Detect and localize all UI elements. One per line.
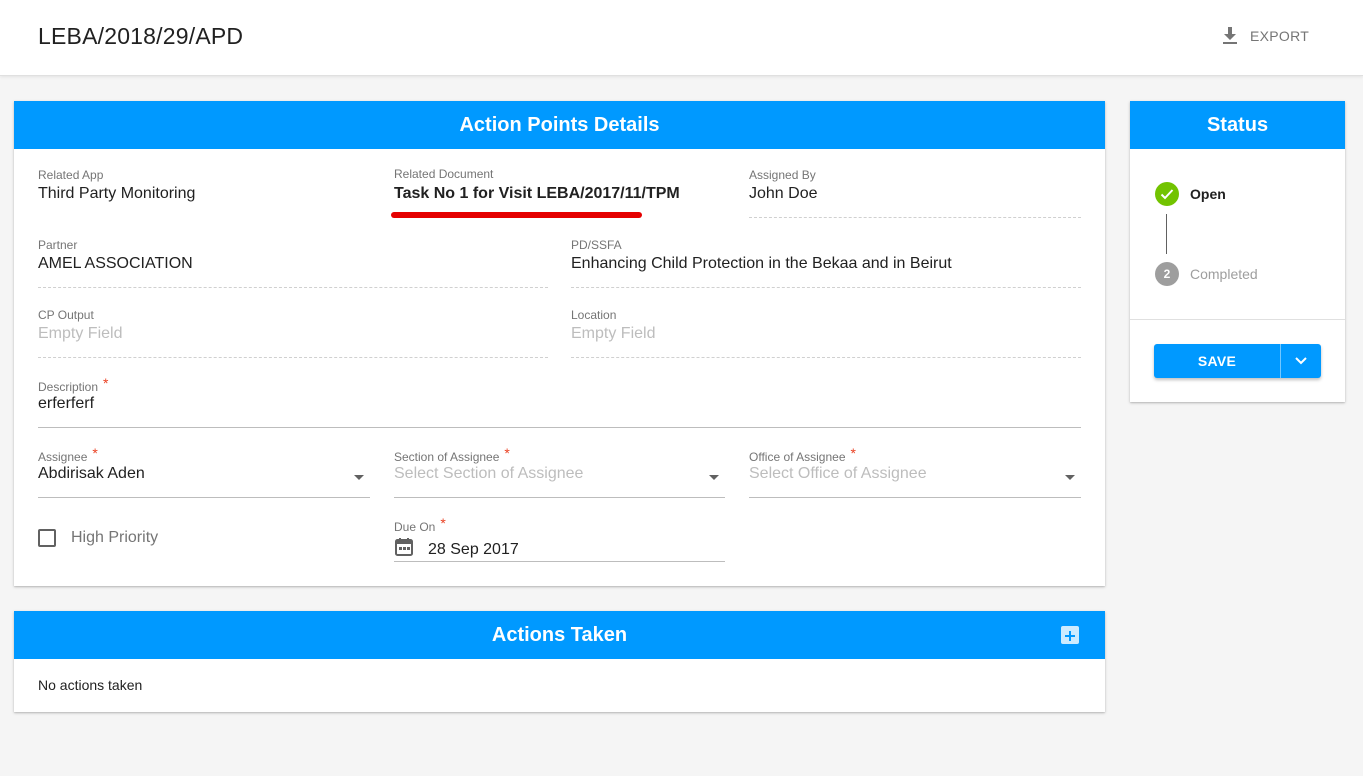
due-on-label: Due On <box>394 520 436 534</box>
due-on-field[interactable]: Due On * 28 Sep 2017 <box>394 515 725 562</box>
status-card: Status Open 2 Completed SAVE <box>1130 101 1345 402</box>
location-value: Empty Field <box>571 325 656 342</box>
section-of-assignee-label: Section of Assignee <box>394 450 500 464</box>
step-connector <box>1166 214 1167 254</box>
required-mark: * <box>92 445 98 461</box>
partner-label: Partner <box>38 238 78 252</box>
office-of-assignee-underline <box>749 497 1081 498</box>
page-title: LEBA/2018/29/APD <box>38 23 244 49</box>
description-field[interactable]: Description * erferferf <box>38 375 1081 428</box>
high-priority-checkbox-row[interactable]: High Priority <box>38 529 158 547</box>
action-points-details-card: Action Points Details Related App Third … <box>14 101 1105 586</box>
partner-underline <box>38 287 548 288</box>
office-of-assignee-dropdown[interactable]: Office of Assignee * Select Office of Ass… <box>749 445 1081 498</box>
office-of-assignee-label: Office of Assignee <box>749 450 846 464</box>
office-of-assignee-placeholder: Select Office of Assignee <box>749 465 927 482</box>
related-app-value: Third Party Monitoring <box>38 185 196 202</box>
chevron-down-icon <box>1295 352 1307 370</box>
due-on-underline <box>394 561 725 562</box>
pd-ssfa-underline <box>571 287 1081 288</box>
status-step-label: Open <box>1190 186 1226 202</box>
assignee-dropdown[interactable]: Assignee * Abdirisak Aden <box>38 445 370 498</box>
pd-ssfa-field: PD/SSFA Enhancing Child Protection in th… <box>571 238 1081 288</box>
status-divider <box>1130 319 1345 320</box>
actions-taken-card: Actions Taken No actions taken <box>14 611 1105 712</box>
save-options-button[interactable] <box>1281 344 1321 378</box>
location-label: Location <box>571 308 617 322</box>
pd-ssfa-value: Enhancing Child Protection in the Bekaa … <box>571 255 952 272</box>
status-header: Status <box>1130 101 1345 149</box>
save-button-group: SAVE <box>1154 344 1321 378</box>
high-priority-checkbox[interactable] <box>38 529 56 547</box>
download-icon <box>1222 27 1238 45</box>
section-of-assignee-underline <box>394 497 725 498</box>
calendar-icon[interactable] <box>394 537 414 562</box>
details-title: Action Points Details <box>459 113 660 136</box>
actions-taken-header: Actions Taken <box>14 611 1105 659</box>
required-mark: * <box>850 445 856 461</box>
dropdown-arrow-icon[interactable] <box>354 475 364 480</box>
export-label: EXPORT <box>1250 28 1310 44</box>
due-on-value: 28 Sep 2017 <box>428 540 519 558</box>
partner-value: AMEL ASSOCIATION <box>38 255 193 272</box>
required-mark: * <box>504 445 510 461</box>
assigned-by-value: John Doe <box>749 185 818 202</box>
top-bar: LEBA/2018/29/APD EXPORT <box>0 0 1363 76</box>
description-underline <box>38 427 1081 428</box>
cp-output-label: CP Output <box>38 308 94 322</box>
assignee-value: Abdirisak Aden <box>38 465 145 482</box>
section-of-assignee-placeholder: Select Section of Assignee <box>394 465 584 482</box>
description-label: Description <box>38 380 99 394</box>
assigned-by-field: Assigned By John Doe <box>749 168 1081 218</box>
required-mark: * <box>103 375 109 391</box>
assigned-by-label: Assigned By <box>749 168 816 182</box>
dropdown-arrow-icon[interactable] <box>709 475 719 480</box>
related-document-label: Related Document <box>394 167 494 181</box>
dropdown-arrow-icon[interactable] <box>1065 475 1075 480</box>
pd-ssfa-label: PD/SSFA <box>571 238 622 252</box>
actions-taken-title: Actions Taken <box>491 623 628 646</box>
related-document-link[interactable]: Task No 1 for Visit LEBA/2017/11/TPM <box>394 185 680 203</box>
assignee-underline <box>38 497 370 498</box>
partner-field: Partner AMEL ASSOCIATION <box>38 238 548 288</box>
status-title: Status <box>1206 113 1269 136</box>
high-priority-label: High Priority <box>71 529 159 546</box>
save-button[interactable]: SAVE <box>1154 344 1280 378</box>
details-header: Action Points Details <box>14 101 1105 149</box>
cp-output-field: CP Output Empty Field <box>38 308 548 358</box>
related-document-field: Related Document Task No 1 for Visit LEB… <box>394 167 714 217</box>
related-app-field: Related App Third Party Monitoring <box>38 168 358 218</box>
plus-box-icon <box>1065 624 1075 647</box>
description-input[interactable]: erferferf <box>38 395 94 413</box>
location-underline <box>571 357 1081 358</box>
assignee-label: Assignee <box>38 450 88 464</box>
no-actions-text: No actions taken <box>38 677 143 693</box>
add-action-button[interactable] <box>1061 626 1079 644</box>
required-mark: * <box>440 515 446 531</box>
export-button[interactable]: EXPORT <box>1222 22 1309 50</box>
step-number: 2 <box>1155 262 1179 286</box>
status-step-open: Open <box>1155 182 1226 206</box>
status-step-label: Completed <box>1190 266 1258 282</box>
cp-output-value: Empty Field <box>38 325 123 342</box>
assigned-by-underline <box>749 217 1081 218</box>
section-of-assignee-dropdown[interactable]: Section of Assignee * Select Section of A… <box>394 445 725 498</box>
cp-output-underline <box>38 357 548 358</box>
check-icon <box>1155 182 1179 206</box>
location-field: Location Empty Field <box>571 308 1081 358</box>
highlight-underline <box>391 212 642 218</box>
related-app-label: Related App <box>38 168 104 182</box>
status-step-completed: 2 Completed <box>1155 262 1258 286</box>
